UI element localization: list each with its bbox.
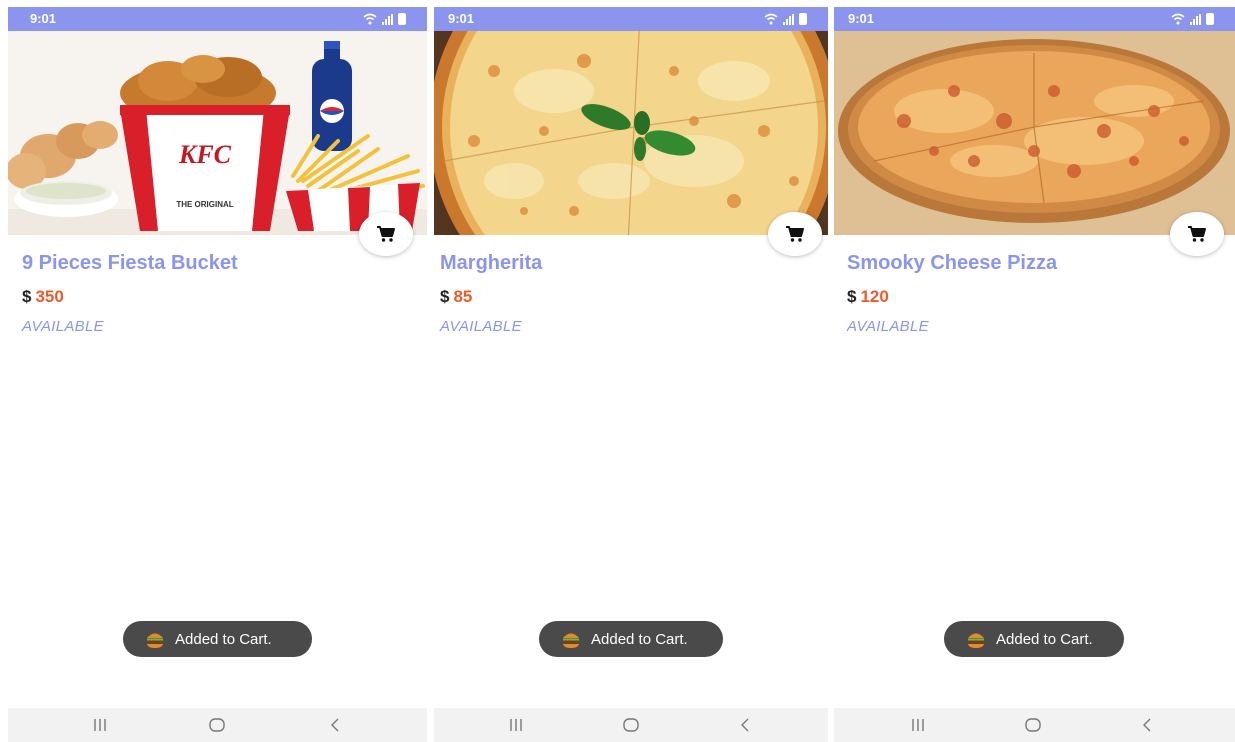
food-image-margherita bbox=[434, 31, 828, 235]
phone-screen-fiesta-bucket: 9:01 KFC THE ORIGINAL 9 Pieces Fiesta Bu… bbox=[8, 0, 427, 742]
android-nav-bar bbox=[8, 708, 427, 742]
burger-icon bbox=[968, 633, 984, 648]
food-image-smooky-cheese-pizza bbox=[834, 31, 1235, 235]
phone-screen-margherita: 9:01 Margherita $ 85 AVAILABLE Added to … bbox=[434, 0, 828, 742]
home-icon[interactable] bbox=[622, 716, 640, 734]
burger-icon bbox=[563, 633, 579, 648]
add-to-cart-button[interactable] bbox=[1170, 212, 1224, 256]
recents-icon[interactable] bbox=[910, 716, 926, 734]
food-image-fiesta-bucket: KFC THE ORIGINAL bbox=[8, 31, 427, 235]
phone-screen-smooky-cheese-pizza: 9:01 Smooky Cheese Pizza $ 120 AVAILABLE… bbox=[834, 0, 1235, 742]
item-name: Smooky Cheese Pizza bbox=[847, 252, 1058, 274]
toast-message: Added to Cart. bbox=[944, 621, 1124, 657]
kfc-logo-text: KFC bbox=[178, 140, 232, 169]
status-time: 9:01 bbox=[848, 11, 875, 26]
availability-status: AVAILABLE bbox=[22, 318, 104, 335]
shopping-cart-icon bbox=[786, 226, 804, 242]
back-icon[interactable] bbox=[328, 716, 342, 734]
status-bar: 9:01 bbox=[8, 7, 427, 31]
toast-message: Added to Cart. bbox=[123, 621, 312, 657]
item-price: $85 bbox=[440, 287, 472, 307]
signal-icon bbox=[382, 14, 394, 25]
android-nav-bar bbox=[834, 708, 1235, 742]
status-time: 9:01 bbox=[448, 11, 475, 26]
toast-message: Added to Cart. bbox=[539, 621, 723, 657]
home-icon[interactable] bbox=[1024, 716, 1042, 734]
toast-text: Added to Cart. bbox=[175, 630, 272, 648]
add-to-cart-button[interactable] bbox=[768, 212, 822, 256]
status-icons bbox=[1171, 13, 1215, 25]
currency-symbol: $ bbox=[440, 287, 450, 306]
cheese-pizza-photo bbox=[834, 31, 1235, 235]
android-nav-bar bbox=[434, 708, 828, 742]
shopping-cart-icon bbox=[377, 226, 395, 242]
add-to-cart-button[interactable] bbox=[359, 212, 413, 256]
wifi-icon bbox=[1171, 13, 1185, 25]
wifi-icon bbox=[363, 13, 377, 25]
margherita-pizza-photo bbox=[434, 31, 828, 235]
signal-icon bbox=[783, 14, 795, 25]
item-name: Margherita bbox=[440, 252, 543, 274]
currency-symbol: $ bbox=[847, 287, 857, 306]
toast-text: Added to Cart. bbox=[591, 630, 688, 648]
price-amount: 350 bbox=[35, 287, 64, 306]
battery-icon bbox=[398, 13, 406, 25]
status-icons bbox=[764, 13, 808, 25]
item-name: 9 Pieces Fiesta Bucket bbox=[22, 252, 238, 274]
back-icon[interactable] bbox=[1140, 716, 1154, 734]
toast-text: Added to Cart. bbox=[996, 630, 1093, 648]
status-bar: 9:01 bbox=[434, 7, 828, 31]
recents-icon[interactable] bbox=[508, 716, 524, 734]
signal-icon bbox=[1190, 14, 1202, 25]
kfc-tagline-text: THE ORIGINAL bbox=[176, 200, 233, 209]
currency-symbol: $ bbox=[22, 287, 32, 306]
price-amount: 85 bbox=[453, 287, 473, 306]
availability-status: AVAILABLE bbox=[847, 318, 929, 335]
status-icons bbox=[363, 13, 407, 25]
recents-icon[interactable] bbox=[92, 716, 108, 734]
battery-icon bbox=[1206, 13, 1214, 25]
kfc-bucket-meal-photo: KFC THE ORIGINAL bbox=[8, 31, 427, 235]
shopping-cart-icon bbox=[1188, 226, 1206, 242]
status-time: 9:01 bbox=[30, 11, 57, 26]
burger-icon bbox=[147, 633, 163, 648]
battery-icon bbox=[799, 13, 807, 25]
home-icon[interactable] bbox=[208, 716, 226, 734]
back-icon[interactable] bbox=[738, 716, 752, 734]
wifi-icon bbox=[764, 13, 778, 25]
item-price: $120 bbox=[847, 287, 889, 307]
status-bar: 9:01 bbox=[834, 7, 1235, 31]
availability-status: AVAILABLE bbox=[440, 318, 522, 335]
item-price: $350 bbox=[22, 287, 64, 307]
price-amount: 120 bbox=[860, 287, 889, 306]
